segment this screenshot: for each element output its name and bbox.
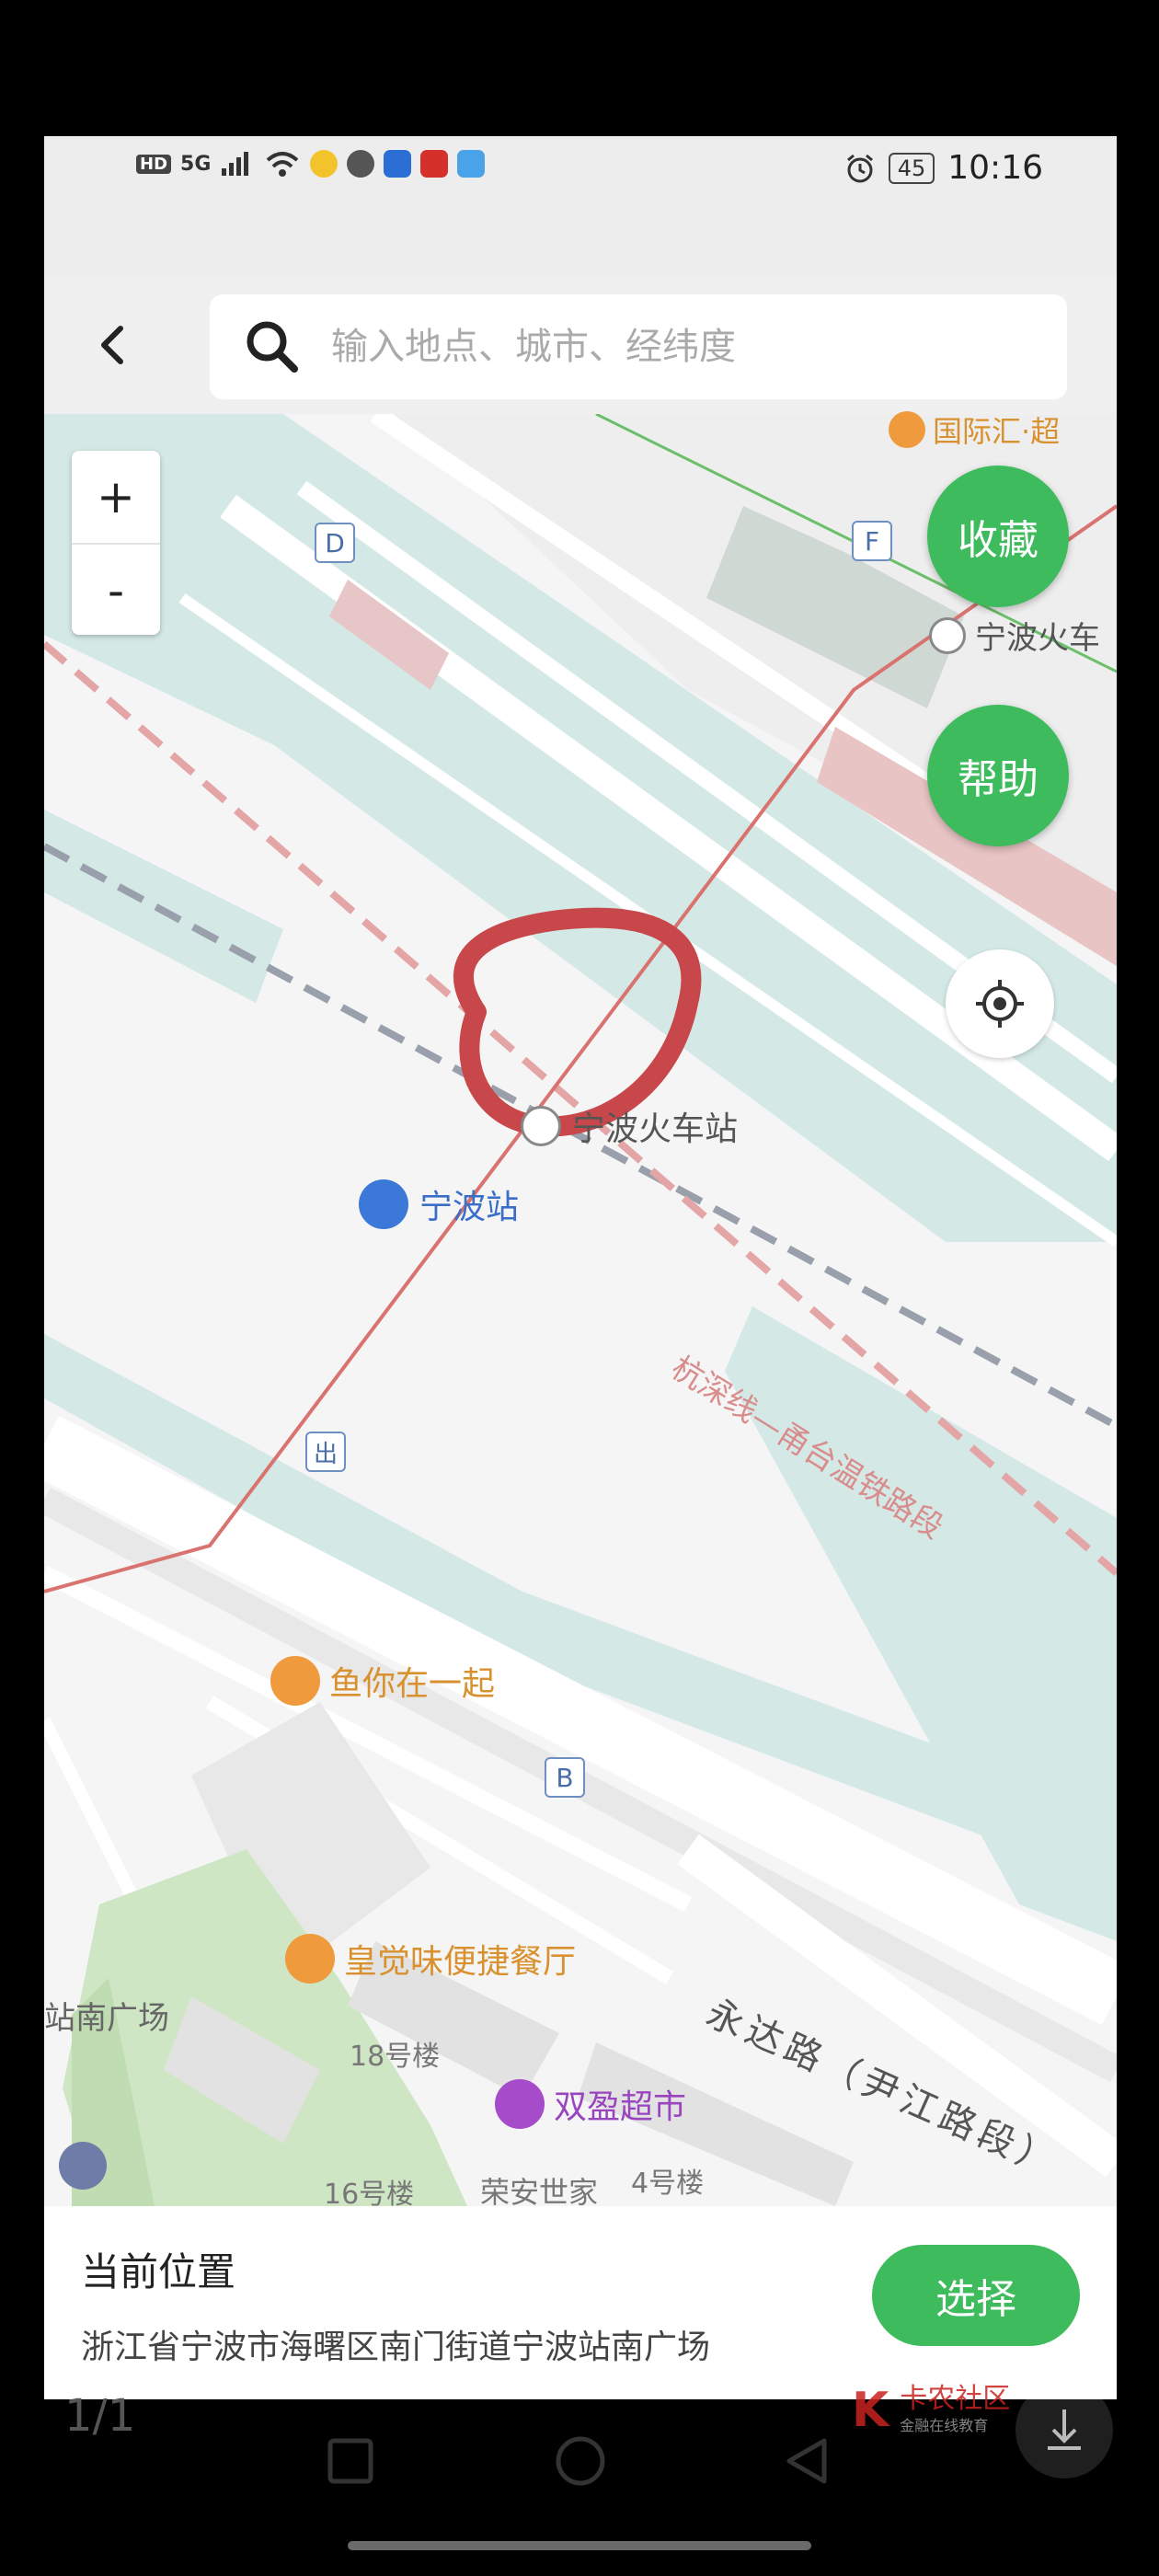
search-input[interactable] [329,325,1032,369]
signal-icon [222,152,249,176]
transit-icon [929,616,966,654]
bldg-18-label: 18号楼 [350,2041,441,2073]
restaurant-icon [285,1934,335,1984]
bldg-4-label-visible: 4号楼 [631,2168,705,2200]
weather-icon [457,150,486,178]
poi-restaurant-2[interactable]: 皇觉味便捷餐厅 [285,1934,576,1984]
current-location-title: 当前位置 [81,2249,236,2294]
recents-button[interactable] [318,2429,383,2493]
watermark-sub: 金融在线教育 [900,2417,989,2434]
select-button[interactable]: 选择 [872,2245,1080,2346]
gate-b-label: B [556,1762,574,1793]
poi-restaurant-1[interactable]: 鱼你在一起 [270,1656,495,1706]
triangle-back-icon [786,2438,827,2484]
clock: 10:16 [947,149,1043,187]
app-blue-icon [384,150,412,178]
zoom-out-button[interactable]: - [72,545,160,637]
gate-f-label: F [864,525,880,557]
chevron-left-icon [101,326,123,364]
zoom-in-button[interactable]: + [72,451,160,545]
watermark-logo-icon: K [852,2383,889,2438]
poi-supermarket[interactable]: 双盈超市 [495,2079,686,2129]
poi-ningbo-station[interactable]: 宁波站 [359,1179,519,1229]
wechat-icon [347,150,375,178]
crosshair-icon [976,980,1024,1028]
restaurant-icon [270,1656,320,1706]
station-topright-label: 宁波火车 [975,620,1100,657]
poi-orange-icon [889,411,925,448]
search-box[interactable] [210,294,1067,399]
shopping-cart-icon [495,2079,545,2129]
gate-d-marker[interactable]: D [315,523,355,563]
gate-b-marker[interactable]: B [545,1757,585,1798]
location-panel: 当前位置 浙江省宁波市海曙区南门街道宁波站南广场 选择 [44,2206,1117,2399]
phone-screen: HD 5G 45 10:16 输入地点、城市、经纬度 国际汇·超 D F B 出… [44,136,1117,2399]
train-station-icon [359,1179,408,1229]
exit-marker[interactable]: 出 [305,1432,346,1472]
back-button[interactable] [81,313,145,377]
battery-indicator: 45 [888,152,935,184]
ningbo-station-label: 宁波站 [419,1189,520,1226]
gate-d-label: D [325,527,345,558]
circle-icon [556,2436,605,2486]
status-bar: HD 5G 45 10:16 [44,136,1117,276]
home-button[interactable] [548,2429,613,2493]
map-canvas[interactable] [44,414,1117,2206]
app-notification-icon [310,150,339,178]
square-icon [327,2438,373,2484]
signal-indicator: 5G [180,152,212,176]
help-button[interactable]: 帮助 [927,705,1069,846]
status-right: 45 10:16 [844,149,1043,187]
supermarket-label: 双盈超市 [554,2088,687,2126]
map-view[interactable]: 国际汇·超 D F B 出 宁波火车 宁波火车站 宁波站 杭深线—甬台温铁路段 [44,411,1117,2211]
top-bar [44,276,1117,414]
download-button[interactable] [1016,2381,1113,2478]
search-icon [247,321,298,373]
download-icon [1048,2409,1081,2450]
current-location-address: 浙江省宁波市海曙区南门街道宁波站南广场 [81,2329,711,2366]
restroom-icon[interactable] [59,2142,107,2190]
home-indicator[interactable] [348,2541,811,2550]
south-square-label: 站南广场 [44,2000,169,2037]
status-left: HD 5G [136,149,486,178]
watermark: K 卡农社区 金融在线教育 [852,2383,1010,2438]
restaurant-2-label: 皇觉味便捷餐厅 [344,1943,577,1981]
page-indicator: 1/1 [64,2390,136,2442]
zoom-control: + - [72,451,160,635]
poi-station-center[interactable]: 宁波火车站 [521,1102,738,1150]
app-red-icon [420,150,449,178]
locate-button[interactable] [946,949,1054,1058]
station-center-label: 宁波火车站 [572,1110,739,1148]
poi-top-label: 国际汇·超 [933,414,1061,449]
alarm-icon [846,154,873,182]
poi-top-partial[interactable]: 国际汇·超 [889,408,1060,451]
exit-label: 出 [313,1440,338,1468]
poi-station-topright[interactable]: 宁波火车 [929,613,1100,658]
back-nav-button[interactable] [775,2429,839,2493]
watermark-brand: 卡农社区 [900,2383,1011,2415]
collect-button[interactable]: 收藏 [927,466,1069,607]
transit-icon [521,1106,561,1146]
watermark-text: 卡农社区 金融在线教育 [900,2386,1010,2435]
hd-badge: HD [136,154,172,174]
restaurant-1-label: 鱼你在一起 [329,1665,496,1703]
gate-f-marker[interactable]: F [852,521,892,561]
wifi-icon [267,152,299,177]
